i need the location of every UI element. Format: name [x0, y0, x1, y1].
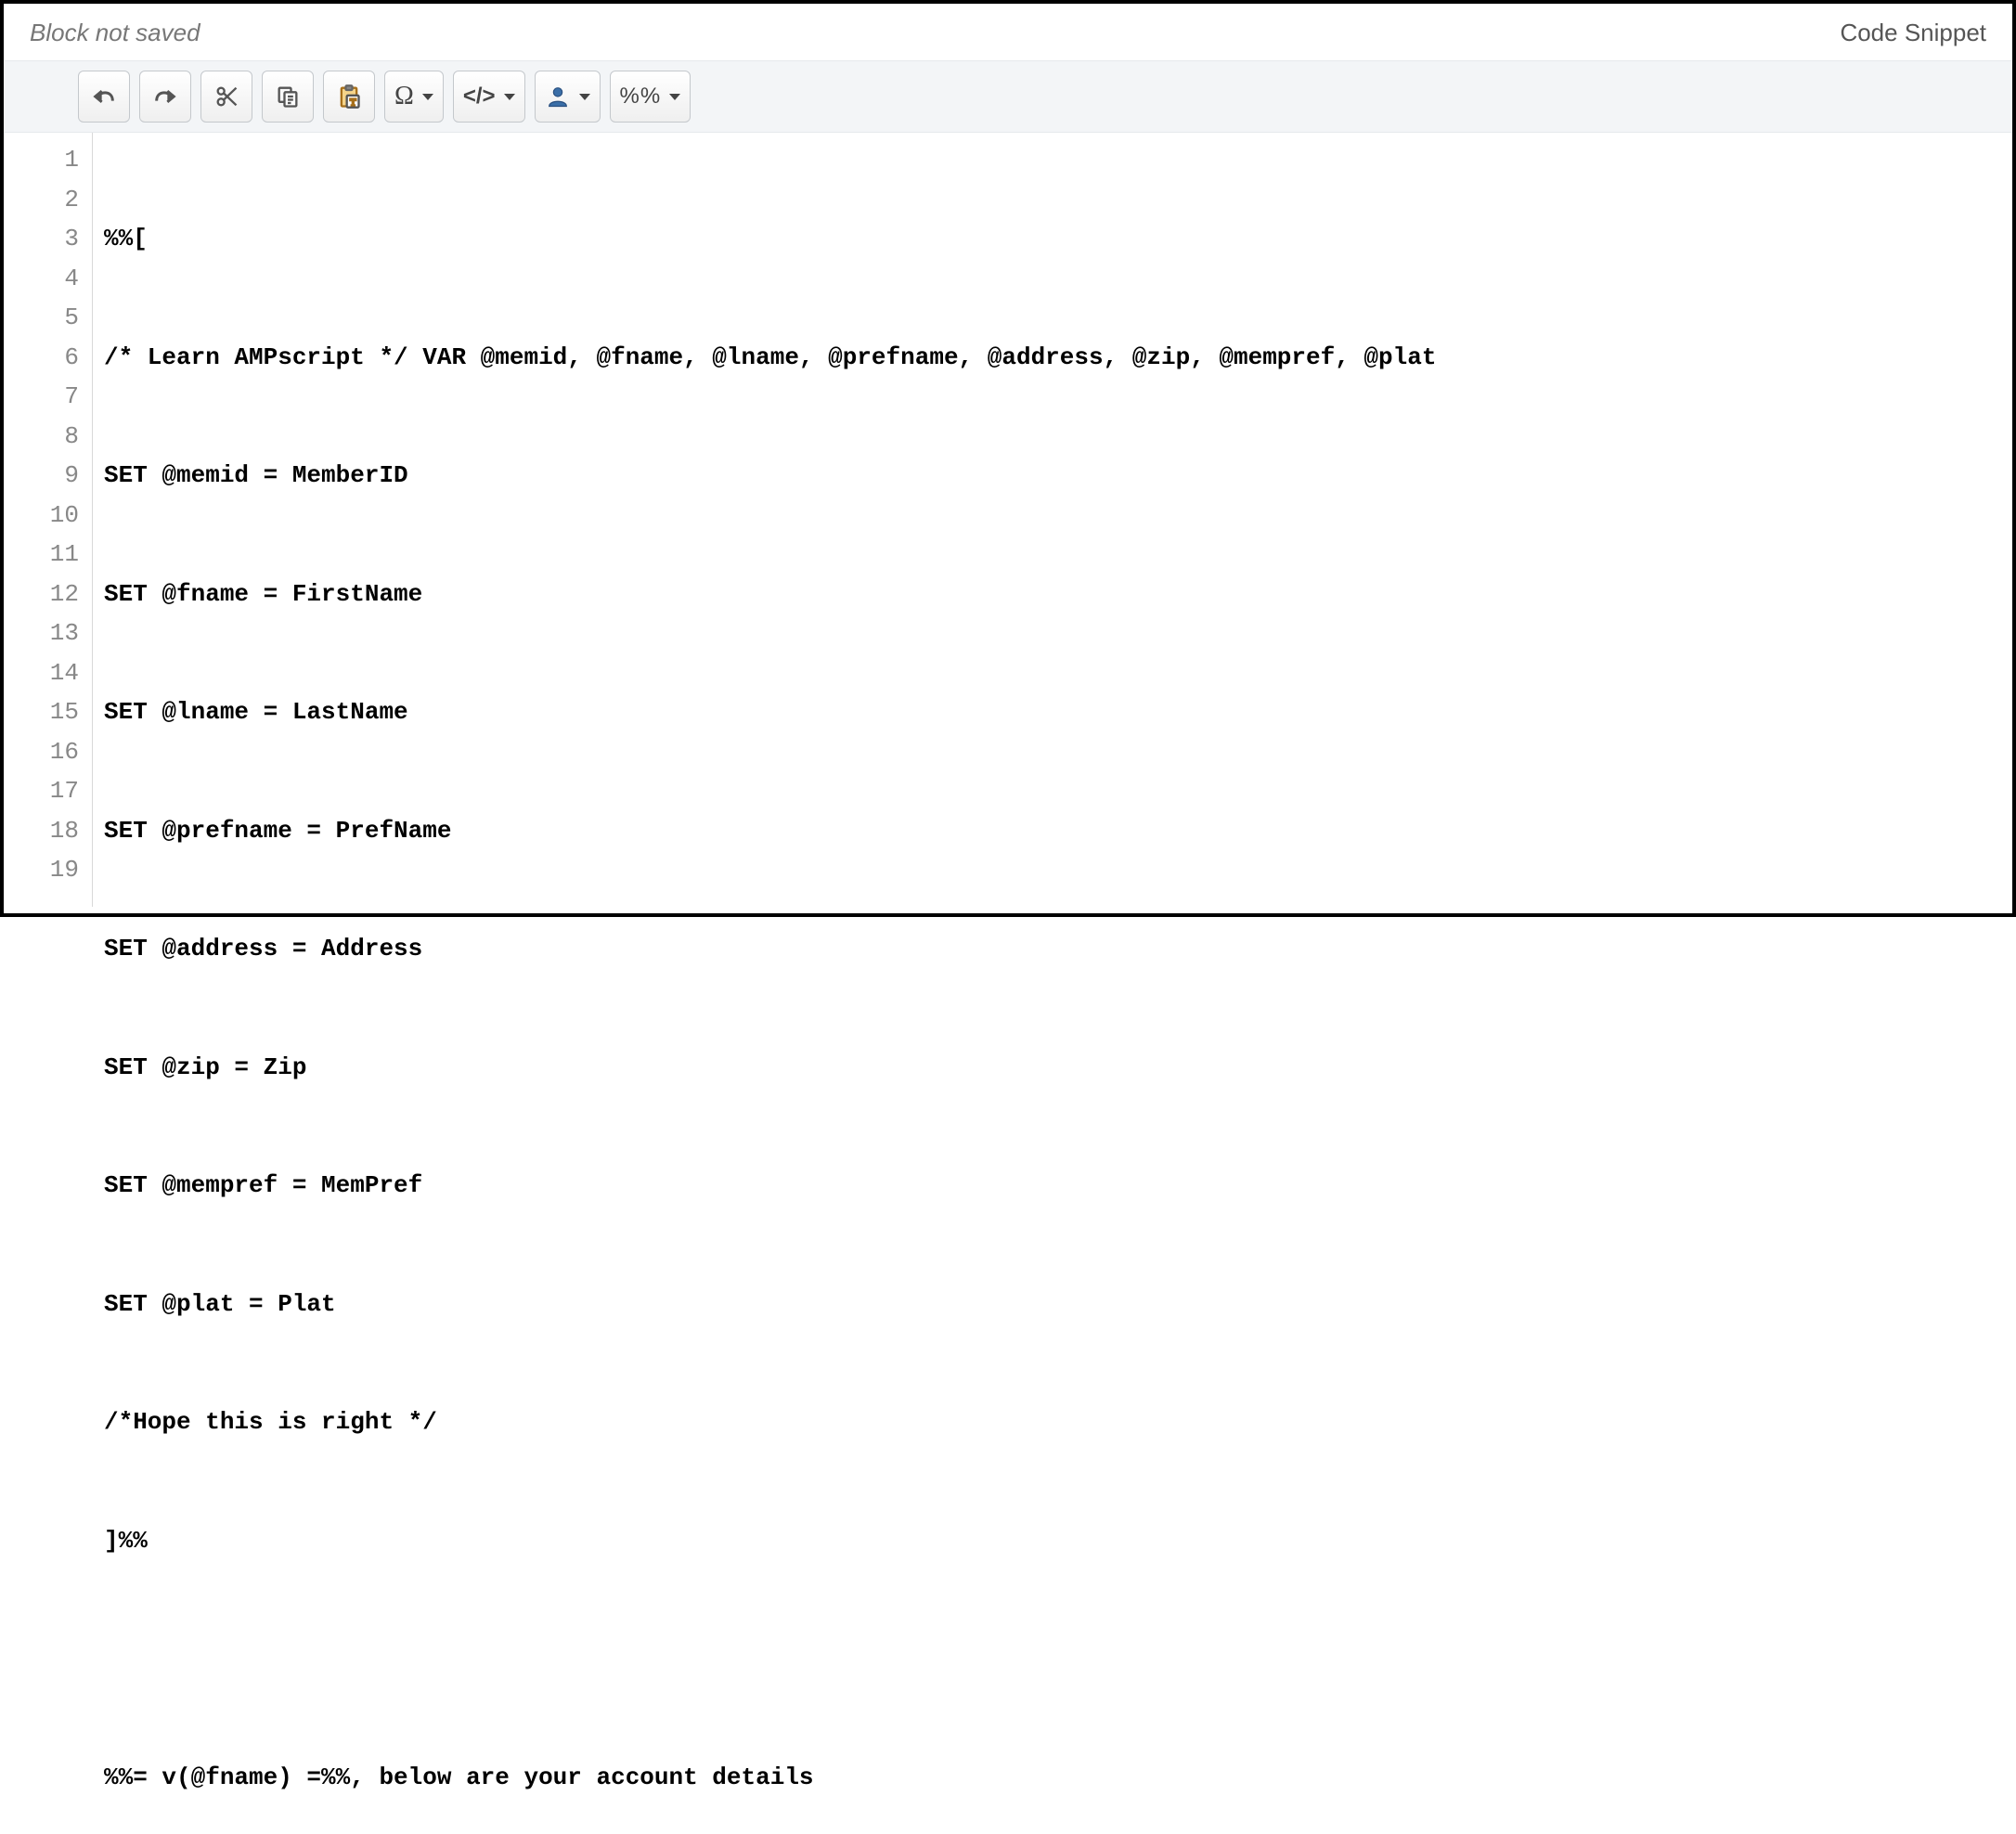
line-number: 13	[4, 613, 92, 653]
line-number: 8	[4, 417, 92, 457]
code-brackets-icon: </>	[463, 84, 496, 110]
chevron-down-icon	[669, 94, 680, 100]
person-icon	[545, 84, 571, 110]
code-editor[interactable]: 1 2 3 4 5 6 7 8 9 10 11 12 13 14 15 16 1…	[4, 133, 2012, 907]
paste-button[interactable]: T	[323, 71, 375, 123]
line-number: 1	[4, 140, 92, 180]
code-content[interactable]: %%[ /* Learn AMPscript */ VAR @memid, @f…	[93, 133, 2012, 907]
redo-icon	[152, 84, 178, 110]
html-block-button[interactable]: </>	[453, 71, 525, 123]
scissors-icon	[213, 84, 239, 110]
save-status: Block not saved	[30, 19, 200, 47]
chevron-down-icon	[504, 94, 515, 100]
line-number: 11	[4, 535, 92, 575]
line-number: 3	[4, 219, 92, 259]
line-number: 5	[4, 298, 92, 338]
svg-text:T: T	[350, 97, 356, 108]
line-number: 17	[4, 771, 92, 811]
undo-button[interactable]	[78, 71, 130, 123]
line-number: 10	[4, 496, 92, 536]
header-bar: Block not saved Code Snippet	[4, 4, 2012, 60]
code-line[interactable]: SET @mempref = MemPref	[104, 1166, 2012, 1206]
code-line[interactable]: SET @fname = FirstName	[104, 575, 2012, 614]
line-gutter: 1 2 3 4 5 6 7 8 9 10 11 12 13 14 15 16 1…	[4, 133, 93, 907]
redo-button[interactable]	[139, 71, 191, 123]
code-line[interactable]: SET @prefname = PrefName	[104, 811, 2012, 851]
code-line[interactable]: %%[	[104, 219, 2012, 259]
line-number: 15	[4, 692, 92, 732]
code-line[interactable]: SET @lname = LastName	[104, 692, 2012, 732]
code-line[interactable]: SET @zip = Zip	[104, 1048, 2012, 1088]
undo-icon	[91, 84, 117, 110]
copy-icon	[275, 84, 301, 110]
omega-icon: Ω	[394, 82, 414, 111]
code-line[interactable]: SET @plat = Plat	[104, 1285, 2012, 1324]
copy-button[interactable]	[262, 71, 314, 123]
block-title: Code Snippet	[1840, 19, 1986, 47]
line-number: 4	[4, 259, 92, 299]
code-line[interactable]: %%= v(@fname) =%%, below are your accoun…	[104, 1758, 2012, 1798]
code-line[interactable]: SET @memid = MemberID	[104, 456, 2012, 496]
code-line[interactable]	[104, 1639, 2012, 1679]
line-number: 12	[4, 575, 92, 614]
line-number: 9	[4, 456, 92, 496]
line-number: 19	[4, 850, 92, 890]
line-number: 6	[4, 338, 92, 378]
special-char-button[interactable]: Ω	[384, 71, 444, 123]
toolbar: T Ω </> %%	[4, 60, 2012, 133]
code-line[interactable]: SET @address = Address	[104, 929, 2012, 969]
line-number: 2	[4, 180, 92, 220]
chevron-down-icon	[579, 94, 590, 100]
code-line[interactable]: /* Learn AMPscript */ VAR @memid, @fname…	[104, 338, 2012, 378]
percent-icon: %%	[620, 84, 662, 110]
line-number: 14	[4, 653, 92, 693]
code-line[interactable]: ]%%	[104, 1521, 2012, 1561]
ampscript-block-button[interactable]: %%	[610, 71, 691, 123]
cut-button[interactable]	[200, 71, 252, 123]
line-number: 16	[4, 732, 92, 772]
code-line[interactable]: /*Hope this is right */	[104, 1402, 2012, 1442]
clipboard-icon: T	[336, 84, 362, 110]
chevron-down-icon	[422, 94, 433, 100]
personalization-button[interactable]	[535, 71, 601, 123]
line-number: 7	[4, 377, 92, 417]
line-number: 18	[4, 811, 92, 851]
